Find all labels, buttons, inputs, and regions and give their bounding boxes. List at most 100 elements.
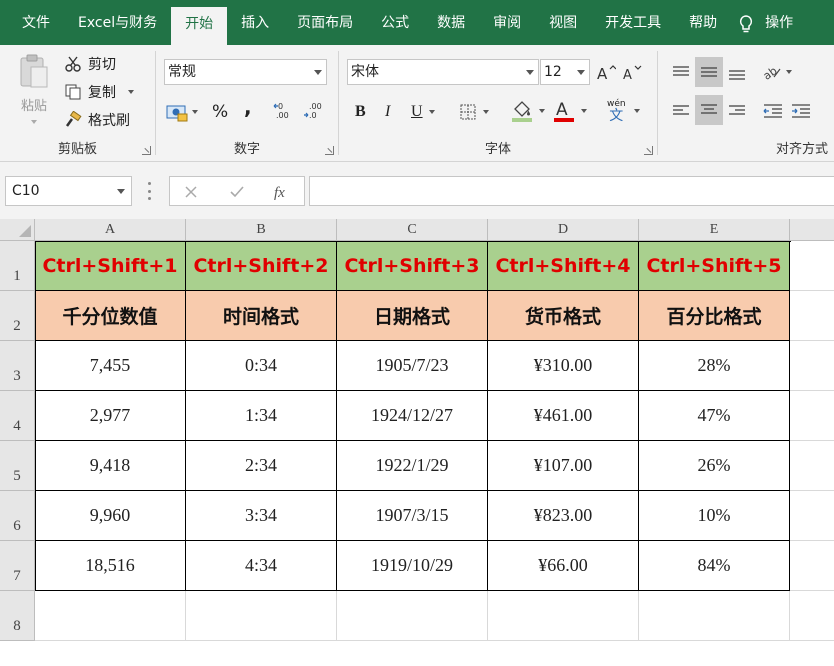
tab-review[interactable]: 审阅 <box>479 0 535 45</box>
copy-button[interactable]: 复制 <box>64 81 134 103</box>
accounting-dropdown-icon[interactable] <box>192 110 198 114</box>
empty-cell[interactable] <box>790 241 834 291</box>
number-launcher-icon[interactable] <box>325 146 334 155</box>
tell-me-search[interactable]: 操作 <box>761 0 797 45</box>
data-cell[interactable]: 1924/12/27 <box>337 391 488 441</box>
comma-style-button[interactable]: , <box>244 95 252 119</box>
font-name-dropdown[interactable]: 宋体 <box>347 59 539 85</box>
clipboard-launcher-icon[interactable] <box>142 146 151 155</box>
underline-button[interactable]: U <box>411 100 435 124</box>
tab-view[interactable]: 视图 <box>535 0 591 45</box>
increase-indent-icon[interactable] <box>788 97 814 125</box>
tab-insert[interactable]: 插入 <box>227 0 283 45</box>
data-cell[interactable]: 1905/7/23 <box>337 341 488 391</box>
tab-page-layout[interactable]: 页面布局 <box>283 0 367 45</box>
data-cell[interactable]: ¥823.00 <box>488 491 639 541</box>
data-cell[interactable]: ¥107.00 <box>488 441 639 491</box>
tab-formulas[interactable]: 公式 <box>367 0 423 45</box>
column-header-d[interactable]: D <box>488 219 639 241</box>
row-header-5[interactable]: 5 <box>0 441 35 491</box>
align-left-icon[interactable] <box>668 97 694 125</box>
row-header-2[interactable]: 2 <box>0 291 35 341</box>
empty-cell[interactable] <box>488 591 639 641</box>
column-header-f[interactable] <box>790 219 834 241</box>
column-header-a[interactable]: A <box>35 219 186 241</box>
increase-decimal-icon[interactable]: 0.00 <box>272 99 296 123</box>
select-all-button[interactable] <box>0 219 35 241</box>
worksheet-grid[interactable]: ABCDE 12345678 Ctrl+Shift+1 Ctrl+Shift+2 C… <box>0 219 834 666</box>
fill-color-dropdown-icon[interactable] <box>539 109 545 113</box>
align-middle-icon[interactable] <box>695 57 723 87</box>
lightbulb-icon[interactable] <box>731 0 761 45</box>
orientation-dropdown-icon[interactable] <box>786 70 792 74</box>
data-cell[interactable]: 47% <box>639 391 790 441</box>
bold-button[interactable]: B <box>355 100 366 124</box>
data-cell[interactable]: 84% <box>639 541 790 591</box>
font-color-button[interactable]: A <box>553 97 587 125</box>
format-header-cell[interactable]: 货币格式 <box>488 291 639 341</box>
tab-excel-finance[interactable]: Excel与财务 <box>64 0 171 45</box>
shortcut-header-cell[interactable]: Ctrl+Shift+2 <box>186 241 337 291</box>
italic-button[interactable]: I <box>385 100 390 124</box>
data-cell[interactable]: 7,455 <box>35 341 186 391</box>
tab-home[interactable]: 开始 <box>171 7 228 45</box>
phonetic-guide-button[interactable]: wén 文 <box>607 97 640 125</box>
empty-cell[interactable] <box>186 591 337 641</box>
data-cell[interactable]: 1922/1/29 <box>337 441 488 491</box>
data-cell[interactable]: 18,516 <box>35 541 186 591</box>
insert-function-icon[interactable]: fx <box>270 181 294 203</box>
underline-dropdown-icon[interactable] <box>428 110 435 114</box>
borders-dropdown-icon[interactable] <box>483 110 489 114</box>
tab-help[interactable]: 帮助 <box>675 0 731 45</box>
data-cell[interactable]: 9,960 <box>35 491 186 541</box>
paste-button[interactable]: 粘贴 <box>12 53 56 135</box>
align-right-icon[interactable] <box>724 97 750 125</box>
data-cell[interactable]: 1919/10/29 <box>337 541 488 591</box>
row-header-7[interactable]: 7 <box>0 541 35 591</box>
decrease-indent-icon[interactable] <box>760 97 786 125</box>
data-cell[interactable]: 0:34 <box>186 341 337 391</box>
empty-cell[interactable] <box>790 341 834 391</box>
accounting-format-button[interactable] <box>166 100 198 124</box>
data-cell[interactable]: 2:34 <box>186 441 337 491</box>
data-cell[interactable]: 1907/3/15 <box>337 491 488 541</box>
empty-cell[interactable] <box>790 391 834 441</box>
column-header-c[interactable]: C <box>337 219 488 241</box>
row-header-4[interactable]: 4 <box>0 391 35 441</box>
row-header-6[interactable]: 6 <box>0 491 35 541</box>
name-box[interactable]: C10 <box>5 176 132 206</box>
format-header-cell[interactable]: 时间格式 <box>186 291 337 341</box>
data-cell[interactable]: ¥461.00 <box>488 391 639 441</box>
row-header-8[interactable]: 8 <box>0 591 35 641</box>
cancel-icon[interactable] <box>180 181 202 203</box>
empty-cell[interactable] <box>35 591 186 641</box>
more-options-icon[interactable] <box>146 182 152 200</box>
data-cell[interactable]: 28% <box>639 341 790 391</box>
number-format-dropdown[interactable]: 常规 <box>164 59 327 85</box>
font-size-dropdown[interactable]: 12 <box>540 59 590 85</box>
empty-cell[interactable] <box>790 291 834 341</box>
data-cell[interactable]: 3:34 <box>186 491 337 541</box>
decrease-decimal-icon[interactable]: .00.0 <box>302 99 326 123</box>
tab-developer[interactable]: 开发工具 <box>591 0 675 45</box>
tab-data[interactable]: 数据 <box>423 0 479 45</box>
empty-cell[interactable] <box>790 591 834 641</box>
borders-button[interactable] <box>459 100 489 124</box>
row-header-3[interactable]: 3 <box>0 341 35 391</box>
copy-dropdown-icon[interactable] <box>128 90 134 94</box>
format-header-cell[interactable]: 日期格式 <box>337 291 488 341</box>
data-cell[interactable]: 1:34 <box>186 391 337 441</box>
empty-cell[interactable] <box>639 591 790 641</box>
enter-check-icon[interactable] <box>226 181 248 203</box>
column-header-e[interactable]: E <box>639 219 790 241</box>
column-header-b[interactable]: B <box>186 219 337 241</box>
format-header-cell[interactable]: 千分位数值 <box>35 291 186 341</box>
format-painter-button[interactable]: 格式刷 <box>64 109 130 131</box>
shortcut-header-cell[interactable]: Ctrl+Shift+1 <box>35 241 186 291</box>
data-cell[interactable]: 26% <box>639 441 790 491</box>
decrease-font-size-icon[interactable]: A <box>621 61 643 83</box>
data-cell[interactable]: ¥310.00 <box>488 341 639 391</box>
empty-cell[interactable] <box>790 541 834 591</box>
align-bottom-icon[interactable] <box>724 61 750 87</box>
row-header-1[interactable]: 1 <box>0 241 35 291</box>
